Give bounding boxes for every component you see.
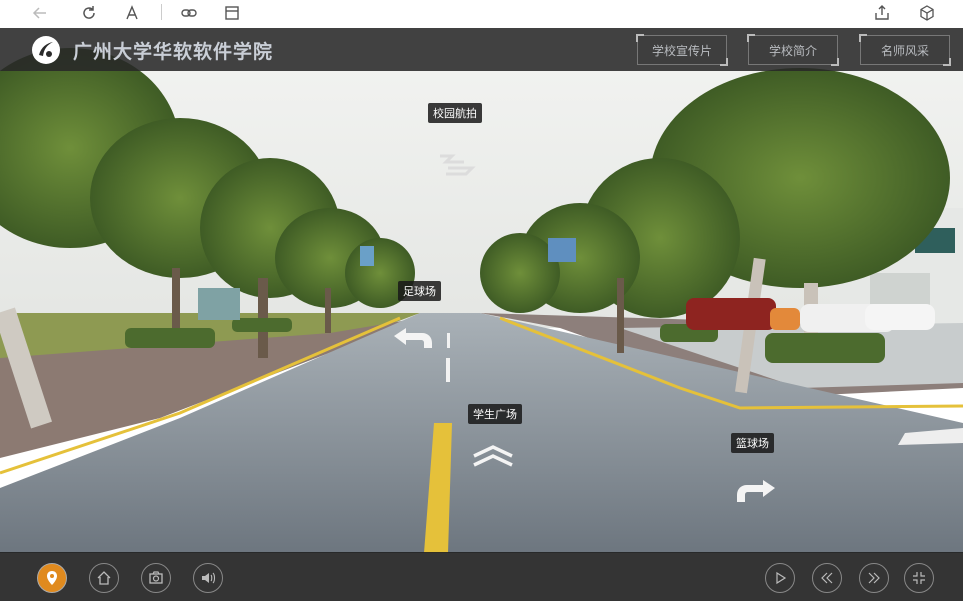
site-header: 广州大学华软软件学院 学校宣传片 学校简介 名师风采 xyxy=(0,28,963,71)
back-arrow-icon[interactable] xyxy=(29,2,51,24)
window-icon[interactable] xyxy=(221,2,243,24)
cube-icon[interactable] xyxy=(916,2,938,24)
bottom-control-bar xyxy=(0,552,963,601)
fullscreen-icon[interactable] xyxy=(904,563,934,593)
browser-toolbar xyxy=(0,0,963,28)
play-icon[interactable] xyxy=(765,563,795,593)
forward-arrow-icon[interactable] xyxy=(470,444,516,468)
hotspot-label-basketball-court[interactable]: 篮球场 xyxy=(731,433,774,453)
hotspot-label-student-square[interactable]: 学生广场 xyxy=(468,404,522,424)
turn-left-arrow-icon[interactable] xyxy=(392,326,436,350)
home-icon[interactable] xyxy=(89,563,119,593)
turn-right-arrow-icon[interactable] xyxy=(733,478,777,504)
sound-icon[interactable] xyxy=(193,563,223,593)
toolbar-divider xyxy=(161,4,162,20)
share-icon[interactable] xyxy=(871,2,893,24)
map-pin-icon[interactable] xyxy=(37,563,67,593)
hotspot-label-aerial[interactable]: 校园航拍 xyxy=(428,103,482,123)
text-size-icon[interactable] xyxy=(121,2,143,24)
school-logo-icon xyxy=(32,36,60,64)
camera-icon[interactable] xyxy=(141,563,171,593)
plane-icon[interactable] xyxy=(430,150,480,178)
promo-video-button[interactable]: 学校宣传片 xyxy=(636,34,728,66)
link-icon[interactable] xyxy=(178,2,200,24)
site-title: 广州大学华软软件学院 xyxy=(73,41,274,63)
famous-teachers-button[interactable]: 名师风采 xyxy=(859,34,951,66)
previous-icon[interactable] xyxy=(812,563,842,593)
hotspot-label-football-field[interactable]: 足球场 xyxy=(398,281,441,301)
next-icon[interactable] xyxy=(859,563,889,593)
school-intro-button[interactable]: 学校简介 xyxy=(747,34,839,66)
reload-icon[interactable] xyxy=(78,2,100,24)
